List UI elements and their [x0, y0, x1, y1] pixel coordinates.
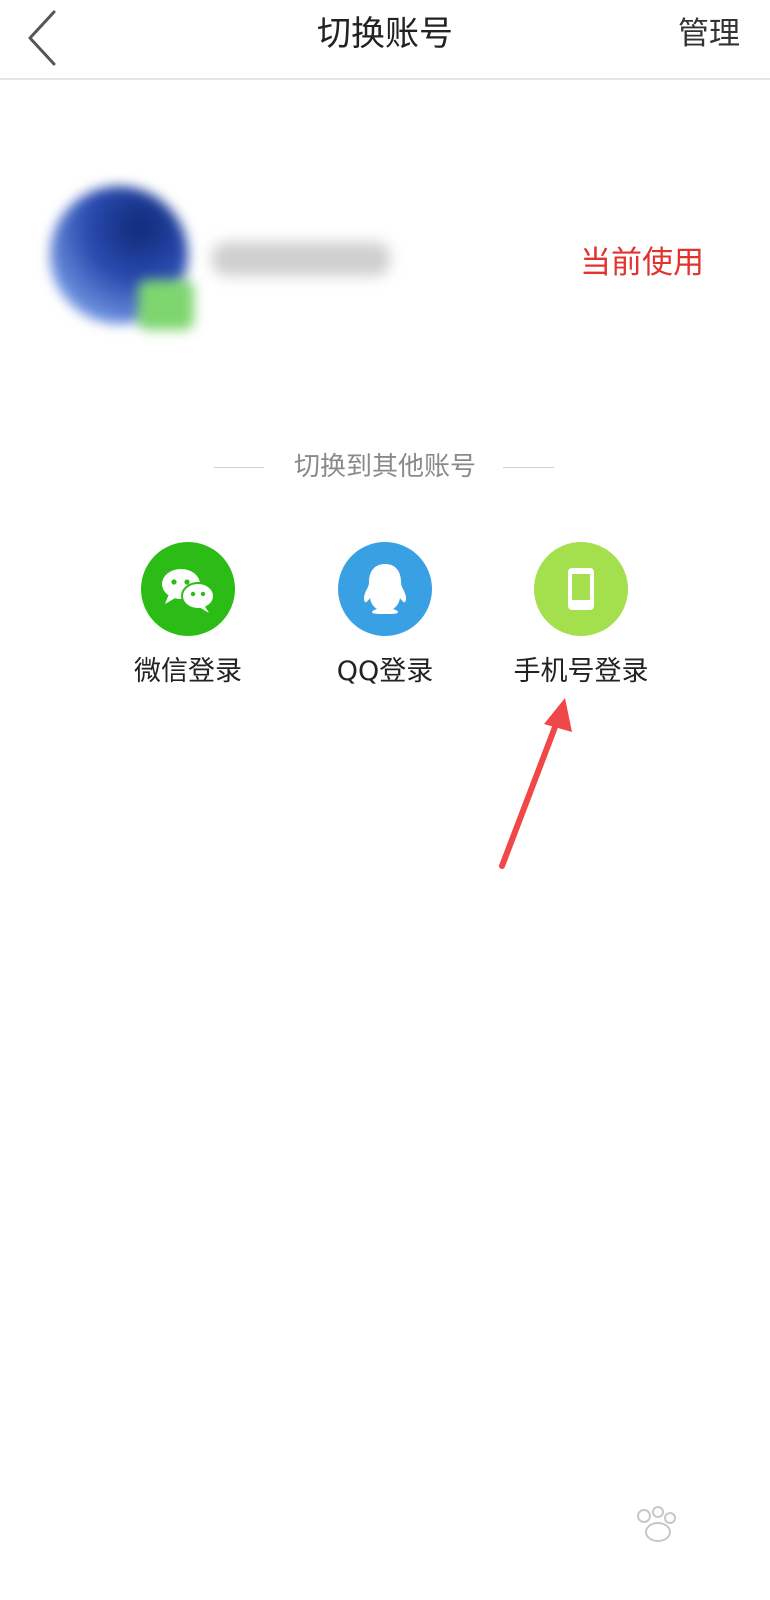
- divider-text: 切换到其他账号: [293, 452, 476, 482]
- baidu-jingyan-watermark: [580, 1504, 730, 1584]
- qq-login-button[interactable]: QQ登录: [290, 542, 480, 702]
- switch-other-account-divider: 切换到其他账号: [0, 447, 770, 491]
- red-arrow-annotation: [480, 690, 600, 890]
- phone-icon: [534, 542, 628, 636]
- wechat-login-button[interactable]: 微信登录: [93, 542, 283, 702]
- wechat-icon: [141, 542, 235, 636]
- wechat-login-label: 微信登录: [134, 656, 242, 687]
- divider-line-right: [503, 467, 554, 468]
- phone-login-label: 手机号登录: [513, 656, 649, 687]
- current-account-row[interactable]: 当前使用: [0, 180, 770, 340]
- qq-icon: [338, 542, 432, 636]
- manage-button[interactable]: 管理: [678, 12, 740, 56]
- phone-login-button[interactable]: 手机号登录: [486, 542, 676, 702]
- current-status-label: 当前使用: [580, 245, 704, 281]
- qq-login-label: QQ登录: [336, 656, 434, 687]
- nav-header: 切换账号 管理: [0, 0, 770, 80]
- account-name-blurred: [212, 242, 390, 276]
- page-title: 切换账号: [317, 14, 453, 54]
- wechat-badge-icon: [138, 280, 194, 330]
- switch-account-page: 切换账号 管理 当前使用 切换到其他账号 微信登录 QQ登录 手机号登录: [0, 0, 770, 1600]
